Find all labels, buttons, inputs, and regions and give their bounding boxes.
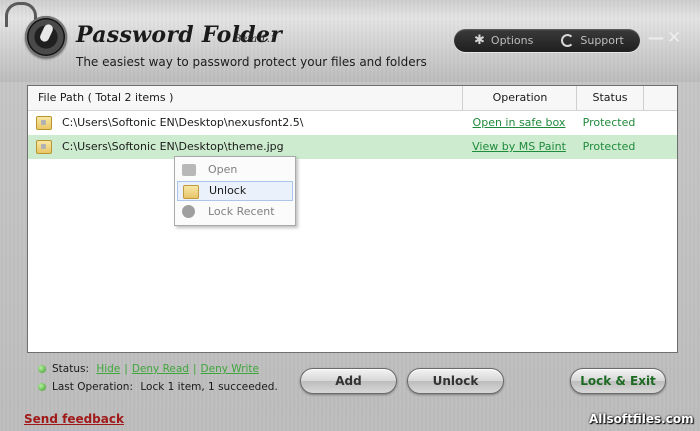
column-header-operation[interactable]: Operation	[462, 86, 577, 110]
options-label: Options	[490, 34, 534, 47]
file-lock-icon	[36, 140, 52, 154]
table-row[interactable]: C:\Users\Softonic EN\Desktop\nexusfont2.…	[28, 111, 677, 135]
table-header: File Path ( Total 2 items ) Operation St…	[28, 86, 677, 111]
file-list-panel[interactable]: File Path ( Total 2 items ) Operation St…	[27, 85, 678, 353]
status-link-deny-write[interactable]: Deny Write	[201, 363, 259, 375]
app-window: Password Folder Beta 1.1 The easiest way…	[0, 0, 700, 431]
context-menu-open[interactable]: Open	[177, 160, 293, 180]
folder-lock-icon	[36, 116, 52, 130]
unlock-button[interactable]: Unlock	[407, 368, 504, 394]
context-menu-label: Open	[208, 163, 238, 176]
lock-recent-icon	[182, 205, 195, 218]
status-line: Status: Hide | Deny Read | Deny Write	[38, 363, 259, 375]
status-link-hide[interactable]: Hide	[96, 363, 120, 375]
add-button[interactable]: Add	[300, 368, 397, 394]
column-header-file-path[interactable]: File Path ( Total 2 items )	[38, 86, 173, 110]
support-label: Support	[580, 34, 624, 47]
send-feedback-link[interactable]: Send feedback	[24, 412, 124, 426]
row-status: Protected	[582, 116, 636, 129]
close-button[interactable]: ✕	[667, 30, 681, 47]
context-menu-lock-recent[interactable]: Lock Recent	[177, 202, 293, 222]
last-operation-line: Last Operation: Lock 1 item, 1 succeeded…	[38, 381, 278, 393]
app-logo-icon	[25, 16, 67, 58]
app-version: Beta 1.1	[234, 34, 277, 45]
footer: Send feedback Allsoftfiles.com	[0, 411, 700, 431]
row-operation-link[interactable]: View by MS Paint	[462, 135, 576, 159]
status-separator: |	[124, 363, 128, 375]
status-label: Status:	[52, 363, 89, 375]
last-operation-label: Last Operation:	[52, 381, 134, 393]
watermark: Allsoftfiles.com	[589, 412, 694, 426]
support-icon	[561, 34, 575, 47]
status-dot-icon	[38, 365, 46, 373]
row-status: Protected	[582, 140, 636, 153]
last-operation-value: Lock 1 item, 1 succeeded.	[140, 381, 278, 393]
status-link-deny-read[interactable]: Deny Read	[132, 363, 189, 375]
status-separator: |	[192, 363, 197, 375]
gear-icon: ✱	[474, 33, 485, 48]
column-header-status[interactable]: Status	[576, 86, 644, 110]
context-menu: Open Unlock Lock Recent	[174, 156, 296, 226]
options-button[interactable]: ✱ Options	[454, 29, 533, 52]
support-button[interactable]: Support	[533, 29, 624, 52]
status-dot-icon	[38, 383, 46, 391]
context-menu-label: Unlock	[209, 184, 247, 197]
open-icon	[182, 164, 196, 176]
top-menu-bar: ✱ Options Support	[454, 29, 640, 52]
row-file-path: C:\Users\Softonic EN\Desktop\nexusfont2.…	[62, 116, 304, 129]
context-menu-unlock[interactable]: Unlock	[177, 181, 293, 201]
app-tagline: The easiest way to password protect your…	[76, 55, 427, 69]
title-bar: Password Folder Beta 1.1 The easiest way…	[0, 0, 700, 83]
row-operation-link[interactable]: Open in safe box	[462, 111, 576, 135]
minimize-button[interactable]: —	[648, 30, 664, 46]
folder-icon	[183, 185, 199, 199]
lock-exit-button[interactable]: Lock & Exit	[570, 368, 666, 394]
table-row[interactable]: C:\Users\Softonic EN\Desktop\theme.jpg V…	[28, 135, 677, 159]
context-menu-label: Lock Recent	[208, 205, 275, 218]
